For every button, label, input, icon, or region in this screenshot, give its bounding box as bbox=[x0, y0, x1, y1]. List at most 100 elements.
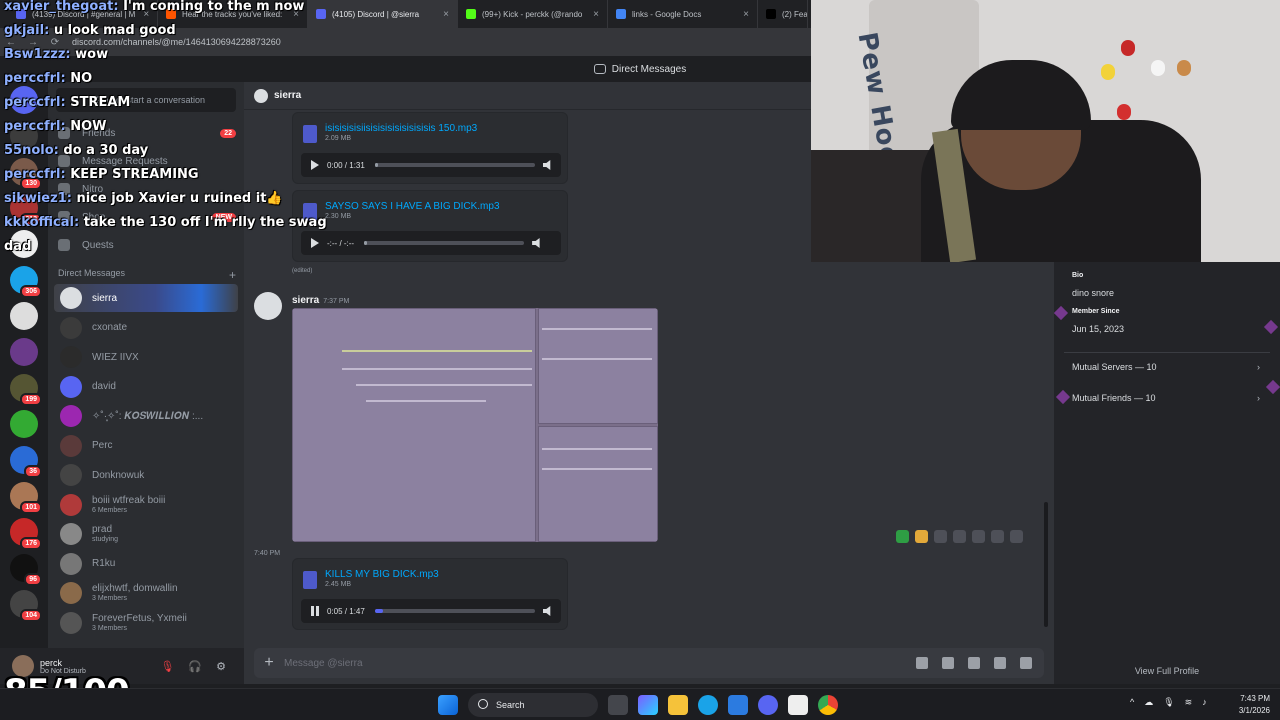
sticker-icon[interactable] bbox=[968, 657, 980, 669]
stream-chat-line: gkjail: u look mad good bbox=[4, 23, 176, 38]
server-icon[interactable] bbox=[10, 410, 38, 438]
chat-scrollbar[interactable] bbox=[1044, 502, 1048, 627]
dm-item[interactable]: ✧˚·̩͙✧˚: 𝑲𝑶𝑺𝑾𝑰𝑳𝑳𝑰𝑶𝑵 :... bbox=[54, 402, 238, 430]
dm-item[interactable]: Perc bbox=[54, 432, 238, 460]
microphone-icon[interactable]: 🎙 bbox=[1163, 697, 1174, 708]
server-icon[interactable]: 36 bbox=[10, 446, 42, 478]
server-icon[interactable] bbox=[10, 302, 38, 330]
dm-item[interactable]: elijxhwtf, domwallin 3 Members bbox=[54, 579, 238, 607]
discord-app-icon[interactable] bbox=[758, 695, 778, 715]
system-tray[interactable]: ^ ☁ 🎙 ≋ ♪ bbox=[1130, 697, 1207, 708]
mute-icon[interactable]: 🎙 bbox=[160, 660, 174, 673]
create-dm-icon[interactable]: + bbox=[229, 268, 236, 282]
server-icon[interactable]: 101 bbox=[10, 482, 42, 514]
author-avatar[interactable] bbox=[254, 292, 282, 320]
dm-name: Perc bbox=[92, 440, 113, 451]
dm-item[interactable]: ForeverFetus, Yxmeii 3 Members bbox=[54, 609, 238, 637]
tab-title: (99+) Kick - perckk (@rando bbox=[482, 9, 583, 19]
chrome-icon[interactable] bbox=[818, 695, 838, 715]
dm-avatar bbox=[60, 552, 82, 575]
mutual-servers-row[interactable]: Mutual Servers — 10 › bbox=[1064, 352, 1270, 380]
dm-name: elijxhwtf, domwallin bbox=[92, 583, 178, 594]
seek-fill bbox=[364, 241, 368, 245]
attachment-filename[interactable]: KILLS MY BIG DICK.mp3 bbox=[325, 569, 439, 580]
apps-icon[interactable] bbox=[1020, 657, 1032, 669]
server-icon[interactable]: 176 bbox=[10, 518, 42, 550]
dm-item[interactable]: WIEZ IIVX bbox=[54, 343, 238, 371]
cat-reaction-icon[interactable] bbox=[934, 530, 947, 543]
close-tab-icon[interactable]: × bbox=[585, 9, 599, 20]
pause-icon[interactable] bbox=[311, 606, 319, 616]
browser-tab[interactable]: links - Google Docs × bbox=[608, 0, 758, 28]
volume-icon[interactable] bbox=[542, 606, 551, 616]
message-composer[interactable]: + Message @sierra bbox=[254, 648, 1044, 678]
forward-icon[interactable] bbox=[991, 530, 1004, 543]
attachment-filename[interactable]: SAYSO SAYS I HAVE A BIG DICK.mp3 bbox=[325, 201, 500, 212]
stream-chat-line: Bsw1zzz: wow bbox=[4, 47, 108, 62]
audio-file-icon bbox=[303, 571, 317, 589]
dm-item[interactable]: sierra bbox=[54, 284, 238, 312]
player-time: 0:05 / 1:47 bbox=[327, 606, 365, 616]
edge-icon[interactable] bbox=[698, 695, 718, 715]
gift-icon[interactable] bbox=[916, 657, 928, 669]
check-reaction-icon[interactable] bbox=[896, 530, 909, 543]
server-icon[interactable]: 104 bbox=[10, 590, 42, 622]
attachment-filename[interactable]: isisisisisiisisisisisisisisisis 150.mp3 bbox=[325, 123, 477, 134]
dm-item[interactable]: cxonate bbox=[54, 314, 238, 342]
chevron-up-icon[interactable]: ^ bbox=[1130, 697, 1134, 708]
attach-plus-icon[interactable]: + bbox=[254, 654, 284, 672]
more-icon[interactable] bbox=[1010, 530, 1023, 543]
close-tab-icon[interactable]: × bbox=[435, 9, 449, 20]
dm-item[interactable]: prad studying bbox=[54, 520, 238, 548]
server-badge: 104 bbox=[20, 609, 42, 622]
emoji-icon[interactable] bbox=[994, 657, 1006, 669]
server-badge: 96 bbox=[24, 573, 42, 586]
image-attachment[interactable] bbox=[292, 308, 658, 542]
speaker-icon[interactable]: ♪ bbox=[1202, 697, 1207, 708]
add-reaction-icon[interactable] bbox=[953, 530, 966, 543]
file-explorer-icon[interactable] bbox=[668, 695, 688, 715]
cry-reaction-icon[interactable] bbox=[915, 530, 928, 543]
dm-item[interactable]: david bbox=[54, 373, 238, 401]
gif-icon[interactable] bbox=[942, 657, 954, 669]
clock-time: 7:43 PM bbox=[1240, 694, 1270, 703]
seek-bar[interactable] bbox=[374, 163, 535, 167]
server-icon[interactable]: 96 bbox=[10, 554, 42, 586]
dm-item[interactable]: Donknowuk bbox=[54, 461, 238, 489]
close-tab-icon[interactable]: × bbox=[735, 9, 749, 20]
server-icon[interactable]: 199 bbox=[10, 374, 42, 406]
server-icon[interactable] bbox=[10, 338, 38, 366]
volume-icon[interactable] bbox=[532, 238, 540, 248]
cloud-icon[interactable]: ☁ bbox=[1144, 697, 1153, 708]
browser-tab[interactable]: (2) Fearl× bbox=[758, 0, 808, 28]
author-name[interactable]: sierra bbox=[292, 295, 319, 306]
settings-gear-icon[interactable]: ⚙ bbox=[216, 660, 226, 673]
task-view-icon[interactable] bbox=[608, 695, 628, 715]
mutual-friends-row[interactable]: Mutual Friends — 10 › bbox=[1064, 384, 1270, 412]
composer-placeholder[interactable]: Message @sierra bbox=[284, 658, 363, 669]
taskbar-clock[interactable]: 7:43 PM 3/1/2026 bbox=[1222, 693, 1270, 717]
dm-item[interactable]: boiii wtfreak boiii 6 Members bbox=[54, 491, 238, 519]
bio-label: Bio bbox=[1072, 272, 1084, 279]
seek-bar[interactable] bbox=[364, 241, 525, 245]
reply-icon[interactable] bbox=[972, 530, 985, 543]
app-icon[interactable] bbox=[788, 695, 808, 715]
wifi-icon[interactable]: ≋ bbox=[1185, 697, 1193, 708]
view-full-profile-button[interactable]: View Full Profile bbox=[1054, 666, 1280, 676]
start-icon[interactable] bbox=[438, 695, 458, 715]
member-since-date: Jun 15, 2023 bbox=[1072, 324, 1125, 334]
volume-icon[interactable] bbox=[542, 160, 551, 170]
chat-username: Bsw1zzz: bbox=[4, 47, 71, 62]
user-profile-panel: Bio dino snore Member Since Jun 15, 2023… bbox=[1054, 262, 1280, 684]
browser-tab[interactable]: (99+) Kick - perckk (@rando × bbox=[458, 0, 608, 28]
tab-title: (2) Fearl bbox=[782, 9, 808, 19]
seek-bar[interactable] bbox=[374, 609, 535, 613]
dm-name: R1ku bbox=[92, 558, 116, 569]
copilot-icon[interactable] bbox=[638, 695, 658, 715]
dm-item[interactable]: R1ku bbox=[54, 550, 238, 578]
server-icon[interactable]: 306 bbox=[10, 266, 42, 298]
headphones-icon[interactable]: 🎧 bbox=[188, 660, 202, 673]
taskbar-search[interactable]: Search bbox=[468, 693, 598, 717]
store-icon[interactable] bbox=[728, 695, 748, 715]
chat-message: u look mad good bbox=[53, 23, 176, 38]
